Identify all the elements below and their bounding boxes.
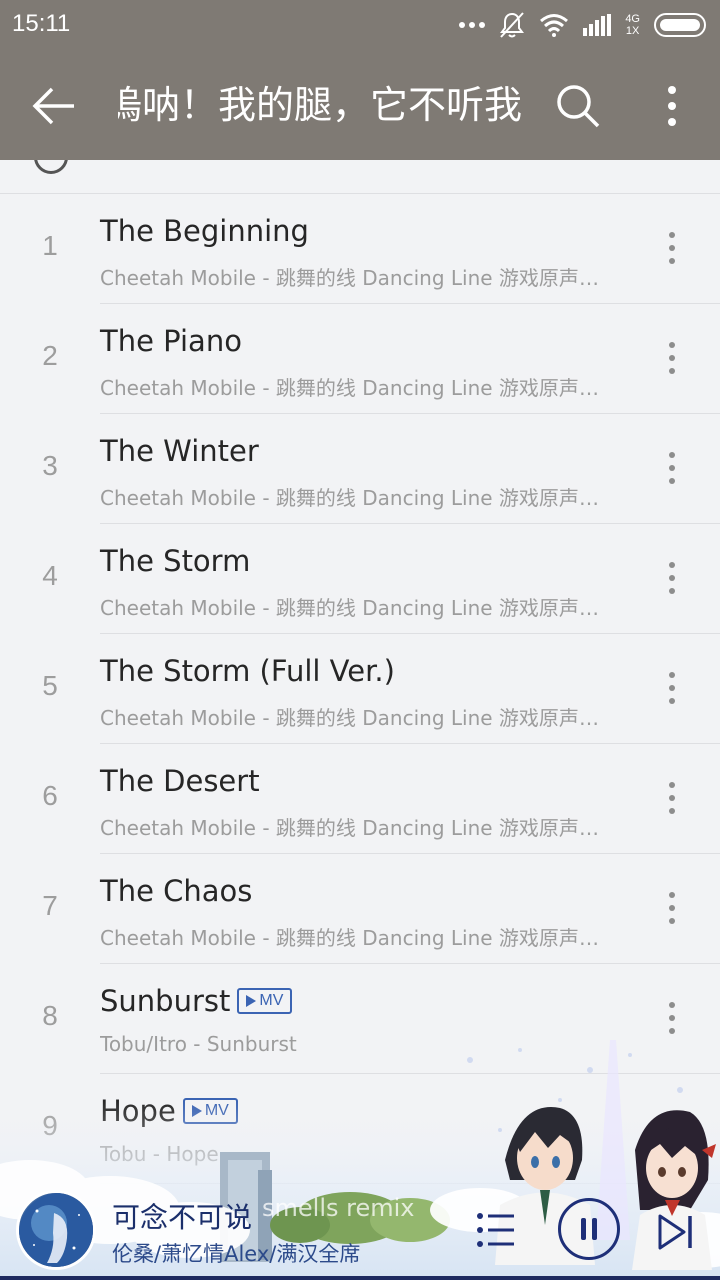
track-title: The Storm (Full Ver.) — [100, 654, 395, 688]
track-title-line: Hope MV — [100, 1094, 238, 1128]
track-title-line: The Chaos — [100, 874, 252, 908]
track-title: The Desert — [100, 764, 260, 798]
play-all-row-partial[interactable] — [0, 140, 720, 194]
playlist-button[interactable] — [472, 1208, 520, 1252]
track-title-line: Sunburst MV — [100, 984, 293, 1018]
more-vertical-icon — [668, 86, 676, 126]
track-subtitle: Cheetah Mobile - 跳舞的线 Dancing Line 游戏原声背… — [100, 266, 615, 290]
search-button[interactable] — [548, 76, 608, 136]
track-more-button[interactable] — [654, 668, 690, 708]
track-title: The Storm — [100, 544, 251, 578]
track-row[interactable]: 9 Hope MV Tobu - Hope — [0, 1074, 720, 1184]
track-subtitle: Cheetah Mobile - 跳舞的线 Dancing Line 游戏原声背… — [100, 816, 615, 840]
track-row[interactable]: 1 The Beginning Cheetah Mobile - 跳舞的线 Da… — [0, 194, 720, 304]
track-row[interactable]: 8 Sunburst MV Tobu/Itro - Sunburst — [0, 964, 720, 1074]
track-more-button[interactable] — [654, 778, 690, 818]
track-title-line: The Winter — [100, 434, 259, 468]
search-icon — [557, 85, 600, 128]
status-time: 15:11 — [12, 10, 71, 37]
track-row[interactable]: 3 The Winter Cheetah Mobile - 跳舞的线 Danci… — [0, 414, 720, 524]
arrow-left-icon — [32, 87, 74, 125]
track-subtitle: Cheetah Mobile - 跳舞的线 Dancing Line 游戏原声背… — [100, 376, 615, 400]
notification-dots-icon — [459, 22, 486, 28]
app-header: 15:11 4G 1X 嗚呐！我的腿，它不听我 — [0, 0, 720, 160]
track-index: 2 — [42, 340, 58, 371]
track-list: 1 The Beginning Cheetah Mobile - 跳舞的线 Da… — [0, 194, 720, 1184]
mv-badge[interactable]: MV — [182, 1098, 238, 1124]
track-row[interactable]: 6 The Desert Cheetah Mobile - 跳舞的线 Danci… — [0, 744, 720, 854]
mini-player[interactable]: 可念不可说 smells remix 伦桑/萧忆情Alex/满汉全席 — [0, 1180, 720, 1280]
track-index: 7 — [42, 890, 58, 921]
track-index: 8 — [42, 1000, 58, 1031]
status-icons: 4G 1X — [459, 10, 706, 40]
mv-badge-label: MV — [204, 1102, 229, 1119]
network-type-top: 4G — [625, 13, 640, 25]
wifi-icon — [540, 14, 569, 37]
track-index: 5 — [42, 670, 58, 701]
back-button[interactable] — [22, 78, 86, 134]
track-index: 9 — [42, 1110, 58, 1141]
track-subtitle: Tobu - Hope — [100, 1142, 219, 1166]
play-triangle-icon — [246, 995, 257, 1007]
status-bar: 15:11 4G 1X — [0, 0, 720, 50]
track-index: 1 — [42, 230, 58, 261]
track-title: The Winter — [100, 434, 259, 468]
track-title-line: The Desert — [100, 764, 260, 798]
track-subtitle: Cheetah Mobile - 跳舞的线 Dancing Line 游戏原声背… — [100, 926, 615, 950]
signal-icon — [583, 14, 612, 36]
track-more-button[interactable] — [654, 228, 690, 268]
track-title: The Beginning — [100, 214, 309, 248]
next-track-preview: smells remix — [262, 1194, 415, 1222]
track-more-button[interactable] — [654, 338, 690, 378]
track-title-line: The Storm (Full Ver.) — [100, 654, 395, 688]
track-index: 3 — [42, 450, 58, 481]
battery-icon — [654, 13, 706, 37]
page-title-wrap: 嗚呐！我的腿，它不听我的 — [118, 80, 522, 130]
track-more-button[interactable] — [654, 558, 690, 598]
skip-next-icon — [658, 1214, 692, 1250]
track-row[interactable]: 5 The Storm (Full Ver.) Cheetah Mobile -… — [0, 634, 720, 744]
next-button[interactable] — [654, 1212, 698, 1252]
track-more-button[interactable] — [654, 448, 690, 488]
mv-badge[interactable]: MV — [237, 988, 293, 1014]
track-title: The Piano — [100, 324, 242, 358]
pause-icon — [581, 1218, 586, 1240]
track-subtitle: Tobu/Itro - Sunburst — [100, 1032, 297, 1056]
pause-icon-bar — [592, 1218, 597, 1240]
toolbar: 嗚呐！我的腿，它不听我的 — [0, 50, 720, 160]
mv-badge-label: MV — [259, 992, 284, 1009]
track-more-button[interactable] — [654, 998, 690, 1038]
now-playing-title[interactable]: 可念不可说 — [112, 1196, 252, 1236]
page-title: 嗚呐！我的腿，它不听我的 — [118, 83, 522, 127]
track-more-button[interactable] — [654, 888, 690, 928]
track-index: 6 — [42, 780, 58, 811]
play-triangle-icon — [191, 1105, 202, 1117]
track-title: The Chaos — [100, 874, 253, 908]
track-row[interactable]: 7 The Chaos Cheetah Mobile - 跳舞的线 Dancin… — [0, 854, 720, 964]
track-subtitle: Cheetah Mobile - 跳舞的线 Dancing Line 游戏原声背… — [100, 596, 615, 620]
track-subtitle: Cheetah Mobile - 跳舞的线 Dancing Line 游戏原声背… — [100, 486, 615, 510]
track-title-line: The Storm — [100, 544, 250, 578]
track-subtitle: Cheetah Mobile - 跳舞的线 Dancing Line 游戏原声背… — [100, 706, 615, 730]
track-row[interactable]: 4 The Storm Cheetah Mobile - 跳舞的线 Dancin… — [0, 524, 720, 634]
album-art-image — [19, 1193, 93, 1267]
track-row[interactable]: 2 The Piano Cheetah Mobile - 跳舞的线 Dancin… — [0, 304, 720, 414]
track-title-line: The Beginning — [100, 214, 309, 248]
track-title-line: The Piano — [100, 324, 242, 358]
mute-bell-icon — [500, 12, 525, 38]
album-art[interactable] — [16, 1190, 96, 1270]
now-playing-artist[interactable]: 伦桑/萧忆情Alex/满汉全席 — [112, 1238, 360, 1268]
more-options-button[interactable] — [648, 76, 696, 136]
playback-progress[interactable] — [0, 1276, 720, 1280]
network-type: 4G 1X — [625, 13, 640, 37]
playlist-icon — [477, 1213, 514, 1247]
track-title: Hope — [100, 1094, 176, 1128]
track-title: Sunburst — [100, 984, 231, 1018]
network-type-bottom: 1X — [625, 25, 640, 37]
track-index: 4 — [42, 560, 58, 591]
pause-button[interactable] — [558, 1198, 620, 1260]
